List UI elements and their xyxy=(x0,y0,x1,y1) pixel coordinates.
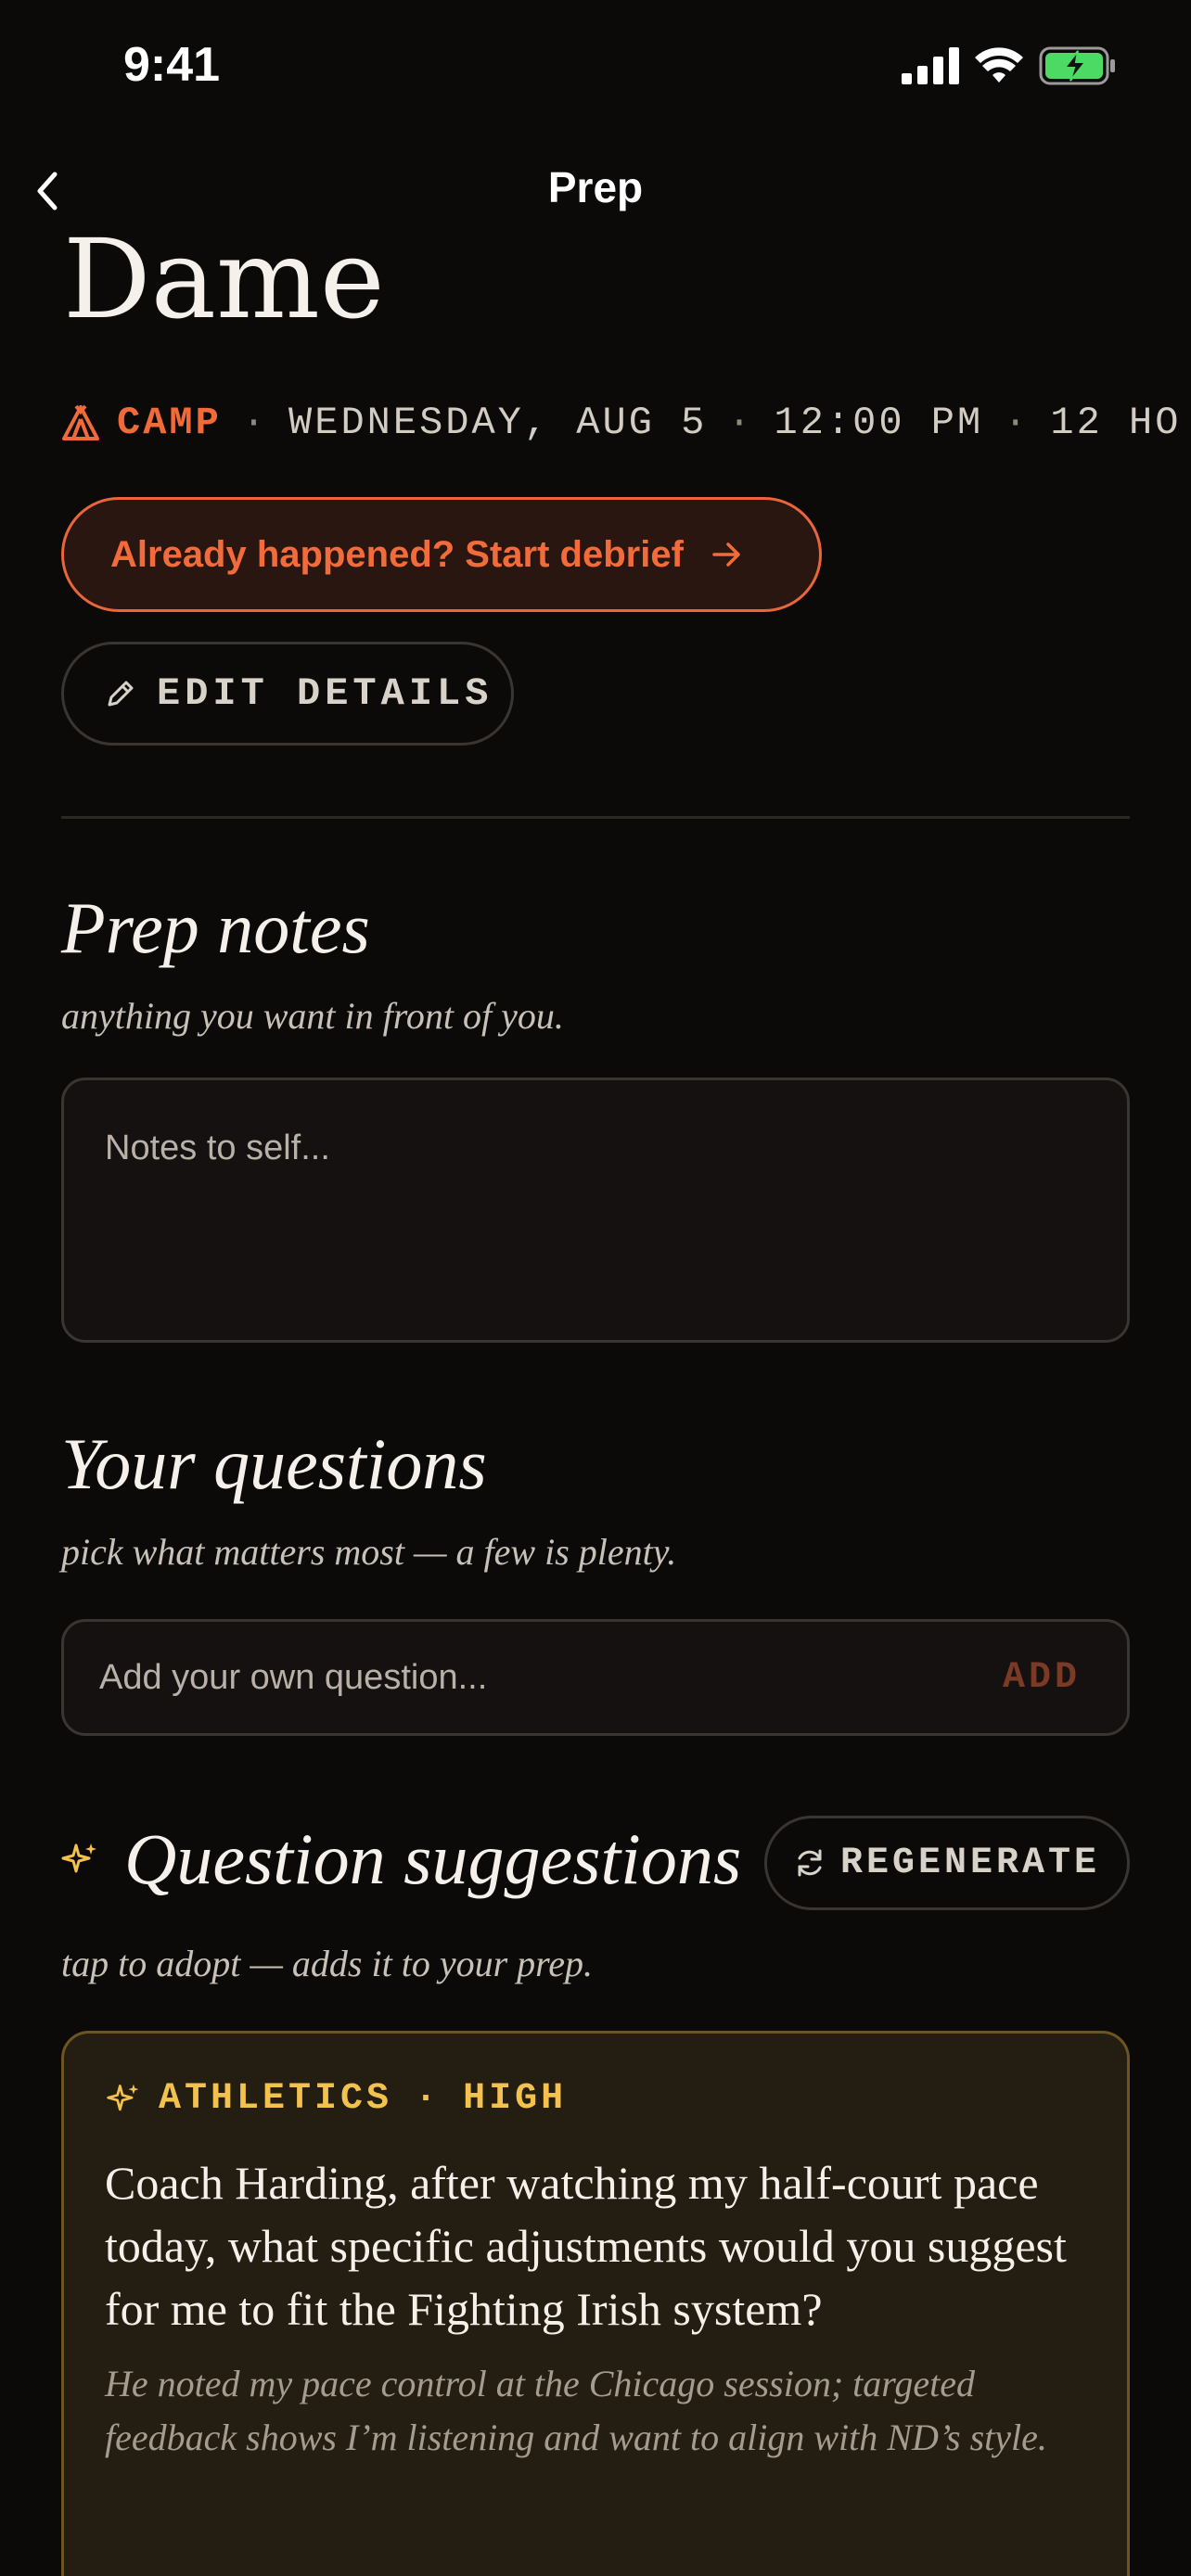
regenerate-button[interactable]: REGENERATE xyxy=(764,1816,1130,1910)
section-divider xyxy=(61,816,1130,819)
add-question-placeholder: Add your own question... xyxy=(99,1657,488,1697)
suggestion-question: Coach Harding, after watching my half-co… xyxy=(105,2157,1067,2335)
prep-notes-subtitle: anything you want in front of you. xyxy=(61,995,564,1037)
start-debrief-button[interactable]: Already happened? Start debrief xyxy=(61,497,822,612)
suggestion-tag: ATHLETICS · HIGH xyxy=(105,2078,1086,2120)
add-question-button[interactable]: ADD xyxy=(1003,1657,1081,1699)
signal-icon xyxy=(902,47,959,84)
prep-notes-heading: Prep notes xyxy=(61,887,370,968)
event-time: 12:00 PM xyxy=(774,401,984,445)
status-icons xyxy=(902,46,1117,85)
suggestion-priority: HIGH xyxy=(463,2078,568,2120)
suggestion-rationale: He noted my pace control at the Chicago … xyxy=(105,2363,1047,2458)
event-duration: 12 HO xyxy=(1050,401,1182,445)
edit-details-button[interactable]: EDIT DETAILS xyxy=(61,642,514,746)
status-time: 9:41 xyxy=(123,38,221,92)
sparkle-icon xyxy=(107,2084,139,2111)
suggestion-category: ATHLETICS xyxy=(159,2078,393,2120)
event-type: CAMP xyxy=(117,401,222,445)
arrow-right-icon xyxy=(711,541,743,568)
regenerate-label: REGENERATE xyxy=(839,1842,1101,1884)
add-question-field[interactable]: Add your own question... ADD xyxy=(61,1619,1130,1736)
sparkle-icon xyxy=(59,1840,100,1885)
event-date: WEDNESDAY, AUG 5 xyxy=(288,401,708,445)
event-title: Dame xyxy=(63,215,385,343)
event-meta: CAMP · WEDNESDAY, AUG 5 · 12:00 PM · 12 … xyxy=(61,401,1181,445)
prep-notes-input[interactable]: Notes to self... xyxy=(61,1078,1130,1343)
tent-icon xyxy=(62,404,99,440)
your-questions-heading: Your questions xyxy=(61,1423,487,1504)
question-suggestions-heading: Question suggestions xyxy=(124,1818,742,1899)
nav-title: Prep xyxy=(547,163,644,211)
prep-notes-placeholder: Notes to self... xyxy=(105,1129,330,1167)
wifi-icon xyxy=(975,47,1023,83)
edit-details-label: EDIT DETAILS xyxy=(157,671,493,716)
suggestion-card[interactable]: ATHLETICS · HIGH Coach Harding, after wa… xyxy=(61,2031,1130,2576)
pencil-icon xyxy=(105,678,136,709)
battery-charging-icon xyxy=(1039,46,1115,85)
your-questions-subtitle: pick what matters most — a few is plenty… xyxy=(61,1531,677,1573)
start-debrief-label: Already happened? Start debrief xyxy=(110,533,684,575)
refresh-icon xyxy=(798,1849,822,1877)
suggestions-subtitle: tap to adopt — adds it to your prep. xyxy=(61,1943,593,1984)
